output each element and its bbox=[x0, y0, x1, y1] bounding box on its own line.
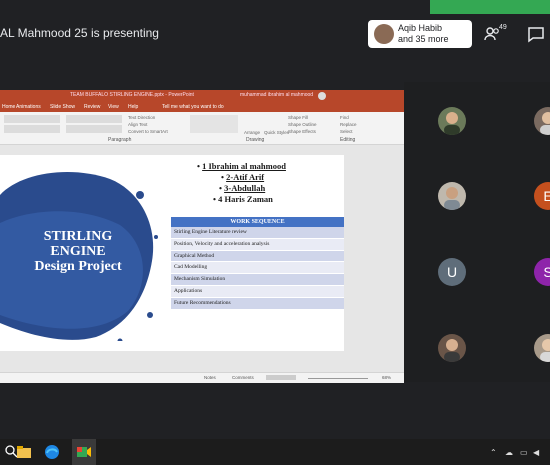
avatar-letter: E bbox=[534, 182, 550, 210]
team-member-list: • 1 Ibrahim al mahmood • 2-Atif Arif • 3… bbox=[185, 161, 325, 205]
paragraph-controls[interactable] bbox=[66, 115, 122, 123]
tab-review[interactable]: Review bbox=[84, 104, 100, 110]
participant-tile[interactable]: E bbox=[478, 156, 550, 228]
google-meet-app-icon[interactable] bbox=[76, 444, 92, 460]
chat-icon bbox=[528, 27, 544, 43]
ppt-ribbon: Text Direction Align Text Convert to Sma… bbox=[0, 112, 404, 145]
people-count: 49 bbox=[499, 24, 507, 31]
view-buttons[interactable] bbox=[266, 375, 296, 380]
team-member: • 3-Abdullah bbox=[219, 183, 266, 193]
participant-tile[interactable] bbox=[404, 82, 476, 154]
tab-home[interactable]: Home bbox=[2, 104, 15, 110]
group-editing: Editing bbox=[340, 137, 356, 143]
volume-icon[interactable]: ◀ bbox=[533, 448, 539, 457]
presenting-label: AL Mahmood 25 is presenting bbox=[0, 26, 159, 40]
find-button[interactable]: Find bbox=[340, 115, 349, 120]
team-member: • 2-Atif Arif bbox=[221, 172, 265, 182]
participant-more: and 35 more bbox=[398, 34, 449, 44]
participant-tile[interactable] bbox=[478, 308, 550, 380]
tray-arrow-icon[interactable]: ⌃ bbox=[490, 448, 497, 457]
participant-tile[interactable] bbox=[404, 308, 476, 380]
participant-tile[interactable] bbox=[404, 156, 476, 228]
work-sequence-header: WORK SEQUENCE bbox=[171, 217, 344, 227]
participant-tile[interactable]: U bbox=[404, 232, 476, 304]
person-photo-icon bbox=[444, 112, 460, 135]
team-member: • 1 Ibrahim al mahmood bbox=[197, 161, 286, 171]
file-explorer-icon[interactable] bbox=[16, 444, 32, 460]
text-direction[interactable]: Text Direction bbox=[128, 115, 155, 120]
table-row: Future Recommendations bbox=[171, 297, 344, 310]
table-row: Mechanism Simulation bbox=[171, 274, 344, 286]
network-icon[interactable]: ▭ bbox=[520, 448, 528, 457]
align-text[interactable]: Align Text bbox=[128, 122, 147, 127]
current-slide: STIRLING ENGINE Design Project • 1 Ibrah… bbox=[0, 155, 344, 351]
work-sequence-table: WORK SEQUENCE Stirling Engine Literature… bbox=[171, 217, 344, 310]
quick-styles-button[interactable]: Quick Styles bbox=[264, 130, 289, 135]
tell-me-box[interactable]: Tell me what you want to do bbox=[162, 104, 224, 110]
title-line: STIRLING bbox=[43, 229, 113, 244]
presenting-indicator-bar bbox=[430, 0, 550, 14]
chat-button[interactable] bbox=[520, 22, 550, 46]
group-drawing: Drawing bbox=[246, 137, 265, 143]
cloud-icon[interactable]: ☁ bbox=[505, 448, 513, 457]
people-button[interactable]: 49 bbox=[478, 22, 512, 46]
team-member: • 4 Haris Zaman bbox=[213, 194, 273, 204]
group-paragraph: Paragraph bbox=[108, 137, 132, 143]
shape-fill[interactable]: Shape Fill bbox=[288, 115, 308, 120]
font-format-controls[interactable] bbox=[4, 125, 60, 133]
ppt-user: muhammad ibrahim al mahmood bbox=[240, 92, 314, 98]
tab-animations[interactable]: Animations bbox=[16, 104, 41, 110]
person-photo-icon bbox=[444, 187, 460, 210]
ppt-ribbon-tabs: Home Animations Slide Show Review View H… bbox=[0, 102, 404, 112]
person-photo-icon bbox=[444, 339, 460, 362]
title-line: Design Project bbox=[34, 259, 122, 274]
person-photo-icon bbox=[540, 339, 550, 362]
comments-button[interactable]: Comments bbox=[232, 375, 254, 380]
slide-title: STIRLING ENGINE Design Project bbox=[8, 229, 148, 274]
zoom-level[interactable]: 68% bbox=[382, 375, 391, 380]
table-row: Cad Modelling bbox=[171, 262, 344, 275]
ppt-user-avatar bbox=[318, 92, 326, 100]
avatar-letter: U bbox=[438, 258, 466, 286]
replace-button[interactable]: Replace bbox=[340, 122, 357, 127]
ppt-statusbar: Notes Comments 68% bbox=[0, 372, 404, 383]
participant-avatar bbox=[374, 24, 394, 44]
participant-tile[interactable] bbox=[478, 82, 550, 154]
arrange-button[interactable]: Arrange bbox=[244, 130, 260, 135]
shapes-gallery[interactable] bbox=[190, 115, 238, 133]
ppt-title: TEAM BUFFALO STIRLING ENGINE.pptx - Powe… bbox=[70, 92, 194, 98]
avatar-letter: S bbox=[534, 258, 550, 286]
avatar bbox=[438, 334, 466, 362]
shape-outline[interactable]: Shape Outline bbox=[288, 122, 317, 127]
title-line: ENGINE bbox=[50, 244, 106, 259]
zoom-slider[interactable] bbox=[308, 378, 368, 379]
shared-powerpoint-window: TEAM BUFFALO STIRLING ENGINE.pptx - Powe… bbox=[0, 90, 404, 383]
table-row: Graphical Method bbox=[171, 250, 344, 263]
table-row: Applications bbox=[171, 285, 344, 298]
avatar bbox=[534, 334, 550, 362]
edge-browser-icon[interactable] bbox=[44, 444, 60, 460]
convert-smartart[interactable]: Convert to SmartArt bbox=[128, 129, 168, 134]
alignment-controls[interactable] bbox=[66, 125, 122, 133]
person-photo-icon bbox=[540, 112, 550, 135]
participant-tiles: E U S bbox=[404, 82, 550, 382]
font-controls[interactable] bbox=[4, 115, 60, 123]
windows-taskbar: ⌃ ☁ ▭ ◀ bbox=[0, 439, 550, 465]
tab-slide-show[interactable]: Slide Show bbox=[50, 104, 75, 110]
tab-help[interactable]: Help bbox=[128, 104, 138, 110]
participant-tile[interactable]: S bbox=[478, 232, 550, 304]
notes-button[interactable]: Notes bbox=[204, 375, 216, 380]
tab-view[interactable]: View bbox=[108, 104, 119, 110]
shape-effects[interactable]: Shape Effects bbox=[288, 129, 316, 134]
avatar bbox=[534, 107, 550, 135]
table-row: Stirling Engine Literature review bbox=[171, 227, 344, 239]
participants-chip[interactable]: Aqib Habib and 35 more bbox=[368, 20, 472, 48]
people-icon bbox=[484, 27, 499, 41]
select-button[interactable]: Select bbox=[340, 129, 353, 134]
ppt-titlebar: TEAM BUFFALO STIRLING ENGINE.pptx - Powe… bbox=[0, 90, 404, 102]
avatar bbox=[438, 182, 466, 210]
participant-name: Aqib Habib bbox=[398, 23, 443, 33]
table-row: Position, Velocity and acceleration anal… bbox=[171, 238, 344, 251]
avatar bbox=[438, 107, 466, 135]
